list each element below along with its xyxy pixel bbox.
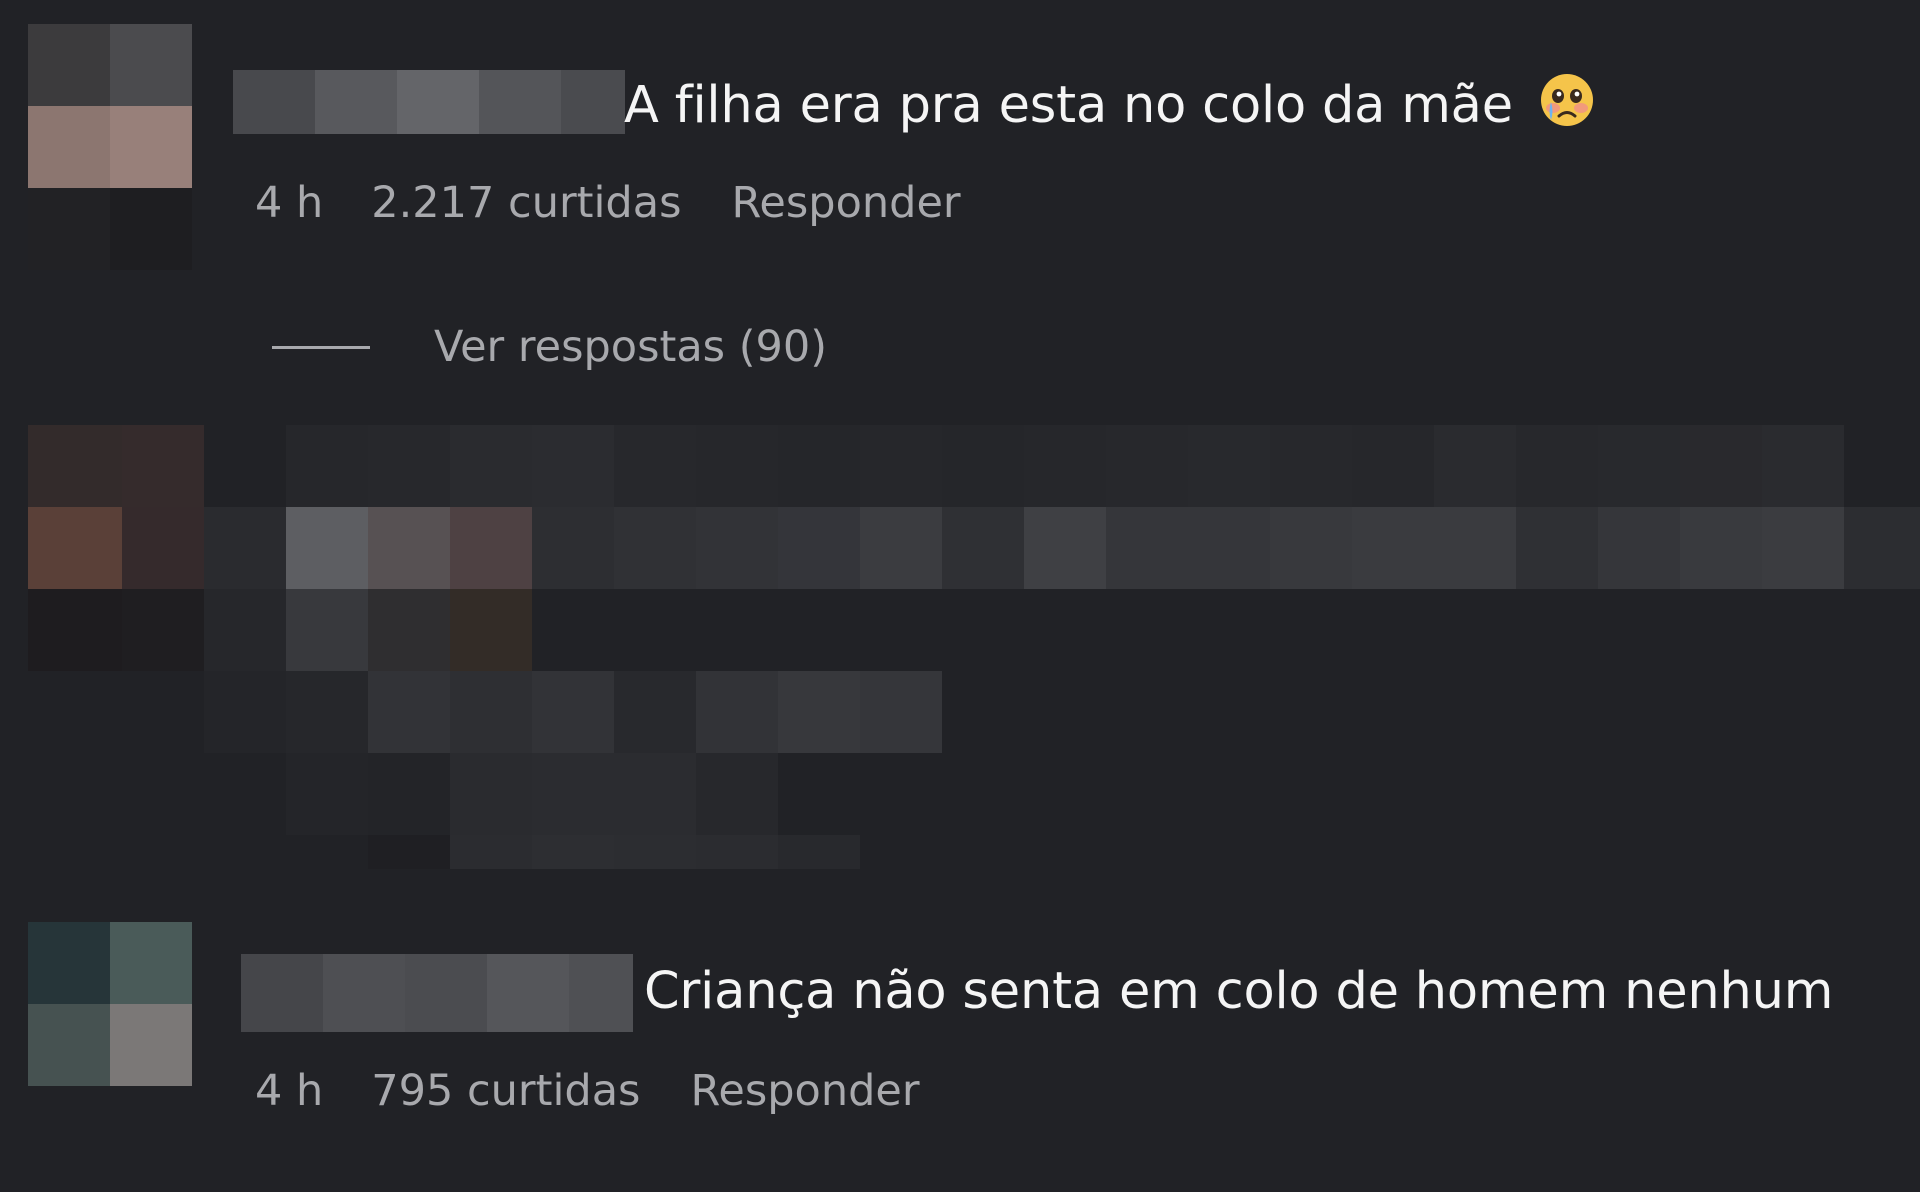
comment-meta: 4 h 795 curtidas Responder	[255, 1066, 920, 1116]
comment-meta: 4 h 2.217 curtidas Responder	[255, 178, 961, 228]
divider-line	[272, 345, 370, 349]
username[interactable]	[233, 70, 625, 134]
timestamp: 4 h	[255, 178, 324, 228]
username[interactable]	[241, 954, 633, 1032]
reply-button[interactable]: Responder	[690, 1066, 919, 1116]
avatar[interactable]	[28, 922, 192, 1086]
like-count[interactable]: 2.217 curtidas	[371, 178, 681, 228]
avatar	[28, 425, 204, 671]
avatar[interactable]	[28, 24, 192, 270]
comment-text: Criança não senta em colo de homem nenhu…	[644, 962, 1834, 1021]
pleading-crying-face-icon	[1539, 72, 1595, 128]
timestamp: 4 h	[255, 1066, 324, 1116]
comment-text: A filha era pra esta no colo da mãe	[624, 72, 1595, 136]
like-count[interactable]: 795 curtidas	[371, 1066, 640, 1116]
view-replies-button[interactable]: Ver respostas (90)	[272, 322, 827, 372]
reply-button[interactable]: Responder	[731, 178, 960, 228]
view-replies-label: Ver respostas (90)	[434, 322, 828, 372]
